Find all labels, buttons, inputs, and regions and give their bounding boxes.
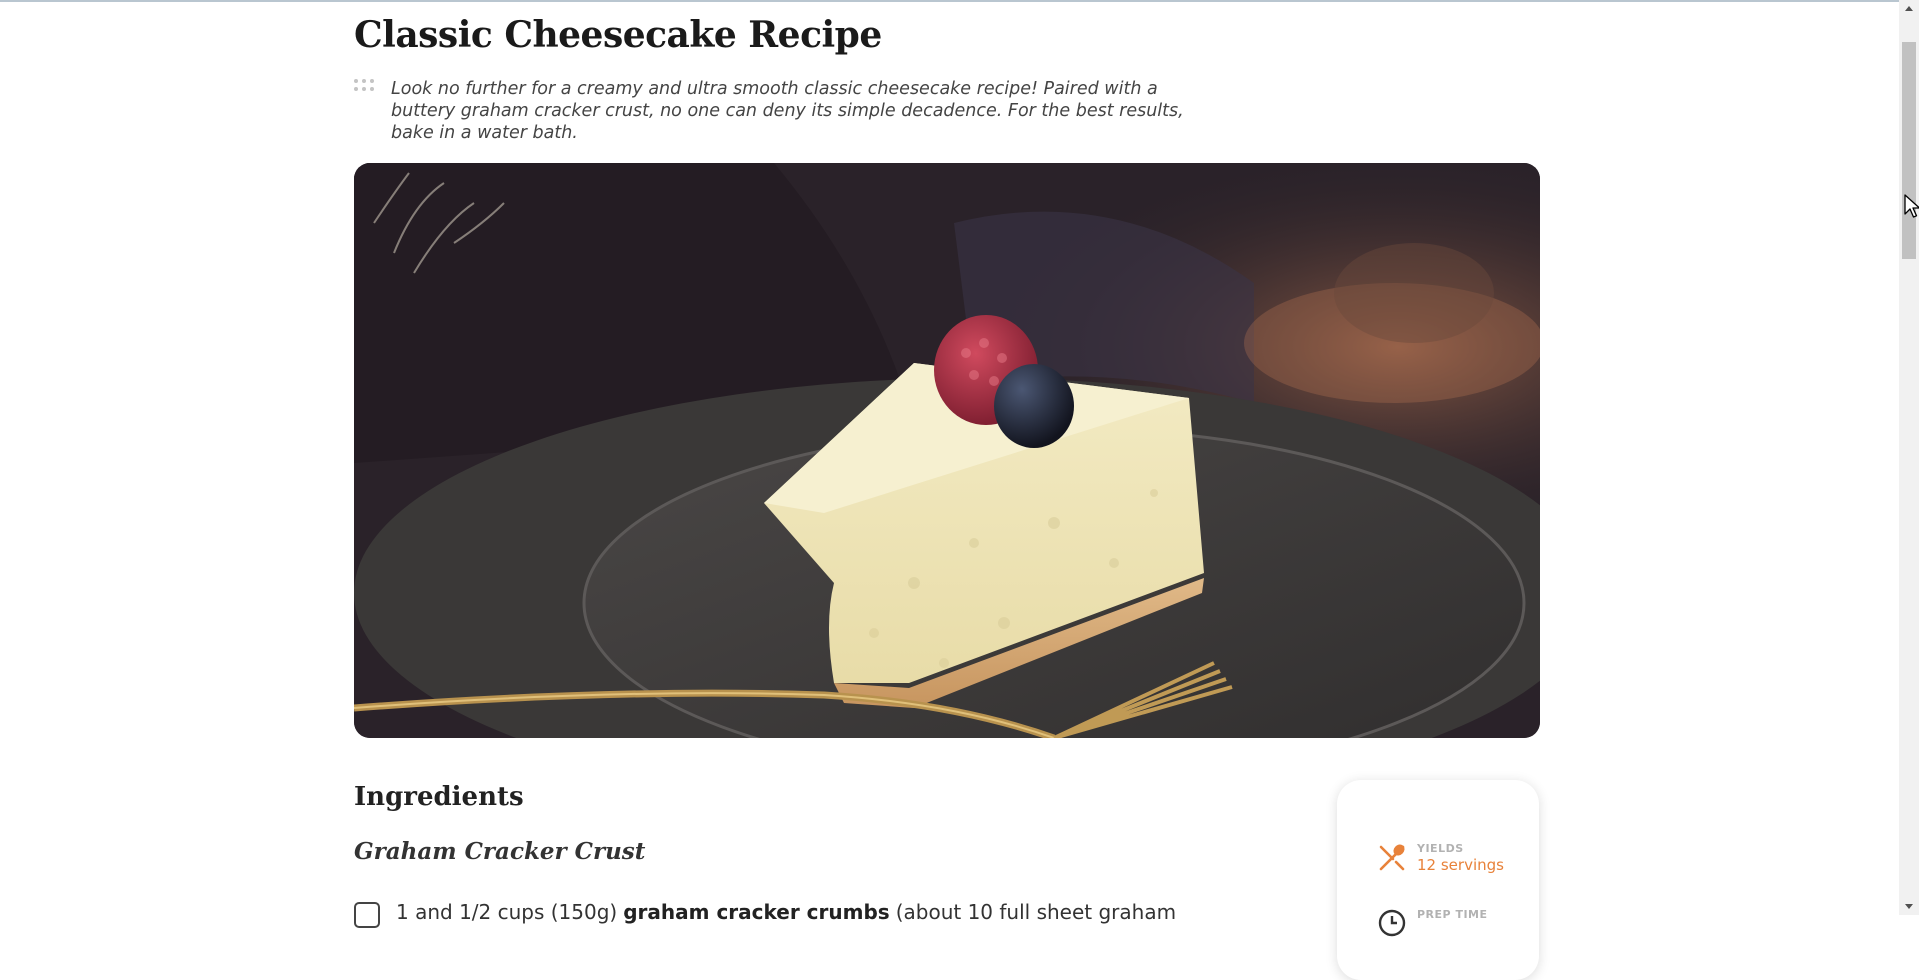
recipe-info-card: YIELDS 12 servings PREP TIME: [1337, 780, 1539, 980]
vertical-scrollbar[interactable]: [1899, 0, 1919, 915]
recipe-intro: Look no further for a creamy and ultra s…: [391, 79, 1184, 143]
ingredient-note: (about 10 full sheet graham: [895, 900, 1177, 924]
ingredient-item: 1 and 1/2 cups (150g) graham cracker cru…: [354, 900, 1176, 930]
ingredient-group-title: Graham Cracker Crust: [354, 838, 646, 865]
cheesecake-photo: [354, 163, 1540, 738]
drag-handle-icon[interactable]: [354, 79, 374, 91]
ingredients-heading: Ingredients: [354, 782, 524, 812]
page-top-border: [0, 0, 1899, 2]
scroll-down-arrow-icon[interactable]: [1899, 898, 1919, 915]
ingredient-checkbox[interactable]: [354, 902, 380, 928]
yields-info: YIELDS 12 servings: [1377, 842, 1504, 874]
ingredient-name: graham cracker crumbs: [623, 900, 890, 924]
scroll-up-arrow-icon[interactable]: [1899, 0, 1919, 17]
yields-label: YIELDS: [1417, 842, 1464, 855]
yields-value: 12 servings: [1417, 856, 1504, 874]
scrollbar-thumb[interactable]: [1902, 42, 1916, 259]
recipe-title: Classic Cheesecake Recipe: [354, 14, 882, 56]
prep-time-info: PREP TIME: [1377, 908, 1488, 938]
utensils-icon: [1379, 844, 1405, 871]
clock-icon: [1378, 909, 1406, 937]
mouse-pointer-icon: [1904, 194, 1919, 218]
ingredient-amount: 1 and 1/2 cups (150g): [396, 900, 618, 924]
